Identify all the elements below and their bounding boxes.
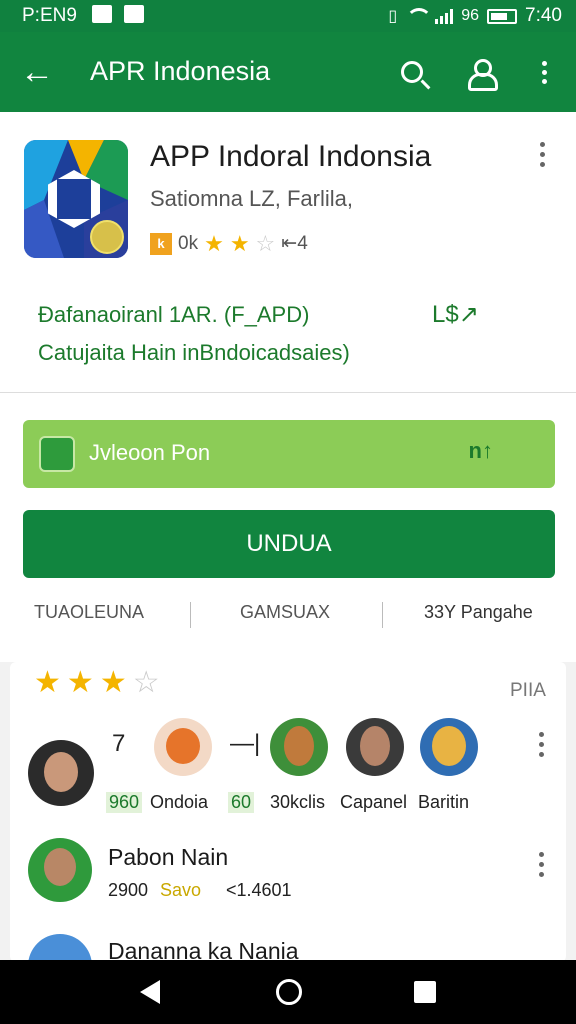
signal-icon [435,8,454,24]
share-icon[interactable]: L$↗ [432,300,479,329]
status-left-text: P:EN9 [22,5,77,26]
reviewer-name: Baritin [418,792,470,812]
nav-recents-icon[interactable] [414,981,436,1003]
account-button[interactable] [460,52,500,92]
app-description-line1: Đafanaoiranl 1AR. (F_APD) [38,302,310,327]
review-count: 960 [106,792,143,813]
promo-banner[interactable]: Jvleoon Pon n↑ [23,420,555,488]
app-icon [24,140,128,258]
app-publisher[interactable]: Satiomna LZ, Farlila, [150,186,353,212]
face-shape [360,726,390,766]
review-more-button[interactable] [534,852,548,886]
system-nav-bar [0,960,576,1024]
star-icon: ★ [229,230,250,256]
clock: 7:40 [525,5,562,26]
wifi-icon [405,8,433,24]
toolbar-title: APR Indonesia [90,56,271,86]
status-bar: P:EN9 ▯ 96 7:40 [0,0,576,32]
promo-action-icon[interactable]: n↑ [469,438,493,464]
review-tag: Savo [160,880,202,900]
review-value: <1.4601 [226,880,292,900]
star-icon: ★ [66,666,94,699]
tab-info-2[interactable]: GAMSUAX [240,602,330,623]
star-outline-icon: ☆ [255,230,276,256]
reviewer-name: Ondoia [150,792,209,812]
fox-face-shape [432,726,466,766]
avatar[interactable] [346,718,404,776]
avatar[interactable] [28,740,94,806]
app-name: APP Indoral Indonsia [150,140,432,173]
status-right: ▯ 96 7:40 [388,5,562,27]
tab-separator [190,602,191,628]
face-shape [44,848,76,886]
battery-percent: 96 [461,7,480,24]
rating-badge-icon: k [150,232,172,255]
app-rating-row: k 0k ★ ★ ☆ ⇤4 [150,232,308,255]
bear-avatar[interactable] [270,718,328,776]
star-icon: ★ [204,230,224,256]
battery-icon [487,8,518,24]
cat-face-shape [166,728,200,764]
app-notification-icon [124,5,144,23]
layers-icon [39,436,75,472]
downloads-text: ⇤4 [281,233,308,254]
fox-avatar[interactable] [420,718,478,776]
heart-badge-icon [90,220,124,254]
promo-text: Jvleoon Pon [89,440,211,465]
reviewer-name: Capanel [340,792,408,812]
nav-back-icon[interactable] [140,980,160,1004]
app-more-button[interactable] [530,142,554,178]
install-button[interactable]: UNDUA [23,510,555,578]
divider [0,392,576,393]
review-count: 60 [228,792,255,813]
app-description-line2: Catujaita Hain inBndoicadsaies) [38,340,350,365]
star-icon: ★ [99,666,127,699]
avatar[interactable] [28,838,92,902]
rating-text: 0k [178,232,199,254]
reviewer-name: Pabon Nain [108,844,229,870]
more-vert-icon [541,60,547,84]
image-notification-icon [92,5,112,23]
nav-home-icon[interactable] [276,979,302,1005]
bear-face-shape [284,726,314,766]
more-options-button[interactable] [524,52,564,92]
face-shape [44,752,78,792]
search-button[interactable] [392,52,432,92]
back-arrow-icon[interactable]: ← [20,52,54,92]
cat-avatar[interactable] [154,718,212,776]
share-label: L$ [432,301,459,328]
reviewer-mark: 7 [112,730,126,757]
tab-separator [382,602,383,628]
tab-info-3[interactable]: 33Y Pangahe [424,602,533,623]
rate-label[interactable]: PIIA [510,680,546,702]
review-more-button[interactable] [534,732,548,766]
info-tabs: TUAOLEUNA GAMSUAX 33Y Pangahe [0,598,576,634]
reviewer-mark: —| [230,730,261,757]
vibrate-icon: ▯ [388,8,398,25]
tab-info-1[interactable]: TUAOLEUNA [34,602,144,623]
search-icon [401,61,423,83]
review-stars: ★ ★ ★ ☆ [34,666,160,699]
app-toolbar: ← APR Indonesia [0,32,576,112]
star-icon: ★ [34,666,61,699]
reviewer-name: 30kclis [270,792,326,812]
account-icon [466,58,498,91]
review-count: 2900 [108,880,149,900]
star-outline-icon: ☆ [132,666,160,699]
